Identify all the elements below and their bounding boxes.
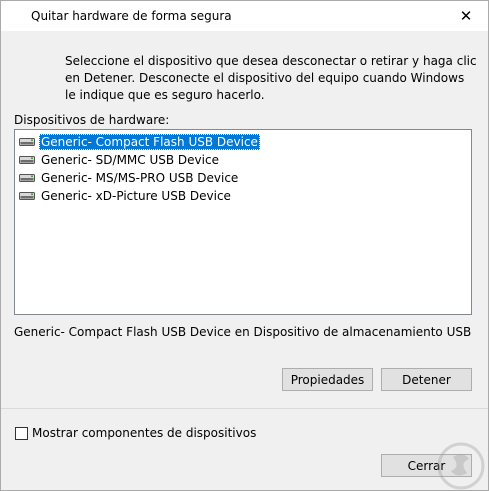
title-bar: Quitar hardware de forma segura ✕ bbox=[1, 1, 488, 31]
watermark-logo bbox=[437, 442, 485, 490]
safe-remove-dialog: Quitar hardware de forma segura ✕ Selecc… bbox=[0, 0, 489, 491]
close-icon: ✕ bbox=[459, 7, 473, 25]
device-list-label: Dispositivos de hardware: bbox=[14, 113, 170, 127]
usb-drive-icon bbox=[19, 151, 35, 169]
instructions-text: Seleccione el dispositivo que desea desc… bbox=[65, 54, 477, 102]
show-components-checkbox[interactable]: Mostrar componentes de dispositivos bbox=[15, 426, 256, 440]
usb-drive-icon bbox=[19, 169, 35, 187]
close-window-button[interactable]: ✕ bbox=[444, 1, 488, 31]
window-title: Quitar hardware de forma segura bbox=[31, 9, 232, 23]
device-label: Generic- SD/MMC USB Device bbox=[41, 153, 219, 167]
device-item-xd-picture[interactable]: Generic- xD-Picture USB Device bbox=[19, 187, 233, 205]
divider bbox=[1, 408, 488, 409]
device-item-compact-flash[interactable]: Generic- Compact Flash USB Device bbox=[19, 133, 260, 151]
properties-button[interactable]: Propiedades bbox=[282, 368, 373, 391]
device-item-ms-pro[interactable]: Generic- MS/MS-PRO USB Device bbox=[19, 169, 240, 187]
device-item-sd-mmc[interactable]: Generic- SD/MMC USB Device bbox=[19, 151, 221, 169]
checkbox-label: Mostrar componentes de dispositivos bbox=[32, 426, 257, 440]
usb-drive-icon bbox=[19, 187, 35, 205]
device-list[interactable]: Generic- Compact Flash USB Device Generi… bbox=[14, 129, 472, 315]
selected-device-description: Generic- Compact Flash USB Device en Dis… bbox=[14, 325, 472, 339]
device-label: Generic- MS/MS-PRO USB Device bbox=[41, 171, 239, 185]
usb-drive-icon bbox=[19, 133, 35, 151]
stop-button[interactable]: Detener bbox=[381, 368, 472, 391]
device-label: Generic- Compact Flash USB Device bbox=[39, 134, 260, 150]
checkbox-box[interactable] bbox=[15, 426, 28, 440]
device-label: Generic- xD-Picture USB Device bbox=[41, 189, 231, 203]
